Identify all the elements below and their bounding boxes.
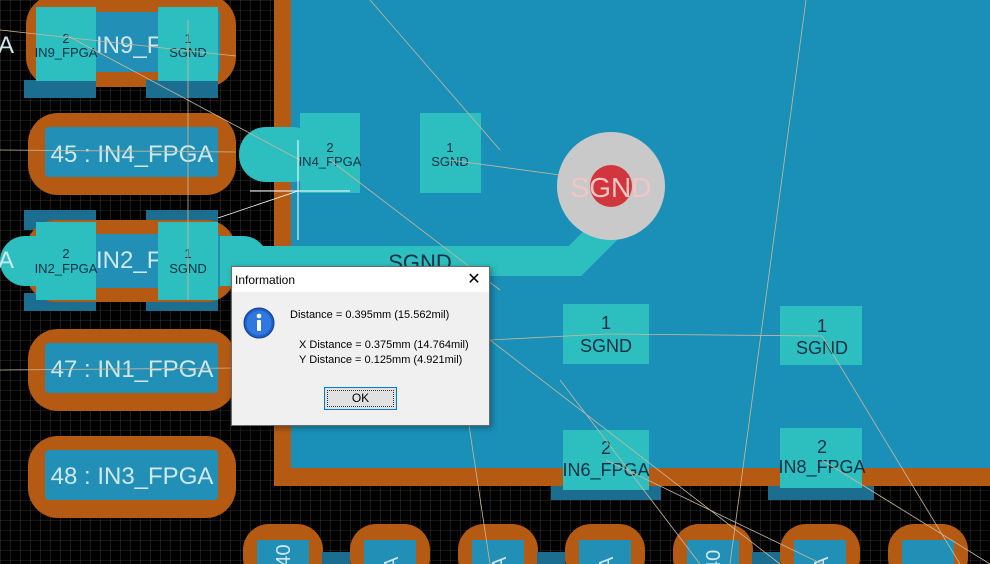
distance-text: Distance = 0.395mm (15.562mil) [290, 309, 450, 321]
dialog-titlebar[interactable]: Information ✕ [232, 267, 489, 292]
pad-net: SGND [580, 336, 632, 356]
pad-in4-fpga[interactable]: 2 IN4_FPGA [299, 113, 362, 193]
info-icon [243, 307, 275, 339]
dialog-title: Information [235, 273, 296, 287]
partial-pad-label: IN9_F [96, 32, 161, 59]
pad-pin: 2 [817, 437, 827, 457]
edge-label: A [0, 32, 14, 59]
close-icon[interactable]: ✕ [459, 267, 489, 292]
ok-button[interactable]: OK [324, 387, 397, 410]
bottom-pad-label: 40 [703, 550, 725, 564]
pad-net: IN6_FPGA [562, 460, 649, 481]
pad-pin: 2 [62, 246, 69, 261]
pad-pin: 1 [817, 316, 827, 336]
component-top-left[interactable]: IN9_F A 2 IN9_FPGA 1 SGND [0, 0, 236, 98]
edge-label: A [0, 247, 14, 274]
pad-pin: 2 [62, 31, 69, 46]
via-label: SGND [571, 172, 652, 203]
x-distance-text: X Distance = 0.375mm (14.764mil) [299, 339, 469, 351]
bottom-pad-label: E40 [273, 544, 295, 564]
big-pad-label: 45 : IN4_FPGA [51, 141, 214, 168]
via-sgnd[interactable]: SGND [557, 132, 665, 240]
bottom-pad-label: A [489, 556, 511, 564]
big-pad-47[interactable]: 47 : IN1_FPGA [28, 329, 236, 411]
pad-net: SGND [796, 338, 848, 358]
y-distance-text: Y Distance = 0.125mm (4.921mil) [299, 354, 463, 366]
big-pad-48[interactable]: 48 : IN3_FPGA [28, 436, 236, 518]
pad-pin: 1 [601, 313, 611, 333]
pad-sgnd-a[interactable]: 1 SGND [420, 113, 481, 193]
big-pad-45[interactable]: 45 : IN4_FPGA [28, 113, 236, 195]
information-dialog: Information ✕ Distance = 0.395mm (15.562… [231, 266, 490, 426]
bottom-pad-label: A [596, 556, 618, 564]
big-pad-label: 48 : IN3_FPGA [51, 463, 214, 490]
pcb-canvas[interactable]: 45 : IN4_FPGA 47 : IN1_FPGA 48 : IN3_FPG… [0, 0, 990, 564]
pad-pin: 2 [326, 140, 333, 155]
partial-pad-label: IN2_F [96, 247, 161, 274]
pad-in8-fpga[interactable]: 2 IN8_FPGA [768, 428, 874, 500]
pad-pin: 1 [446, 140, 453, 155]
pad-net: IN2_FPGA [35, 261, 98, 276]
bottom-pad-label: A [381, 556, 403, 564]
pad-net: IN4_FPGA [299, 154, 362, 169]
